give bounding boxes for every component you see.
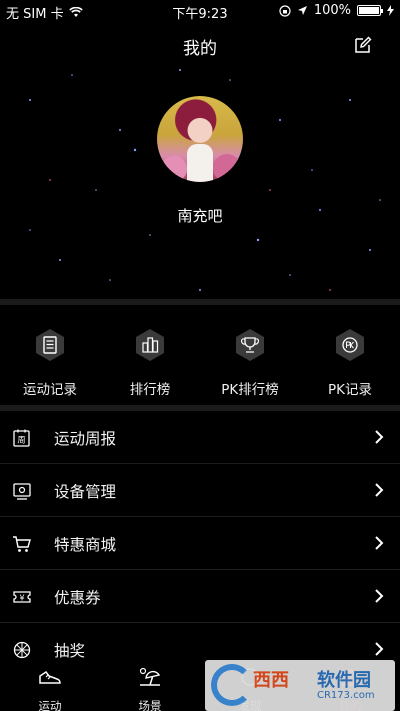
quick-action-pk-record[interactable]: PK记录 bbox=[300, 325, 400, 398]
tab-scene[interactable]: 场景 bbox=[100, 662, 200, 711]
orientation-lock-icon bbox=[279, 4, 291, 17]
svg-text:周: 周 bbox=[18, 436, 26, 445]
battery-icon bbox=[357, 5, 383, 16]
quick-action-ranking[interactable]: 排行榜 bbox=[100, 325, 200, 398]
chevron-right-icon bbox=[375, 483, 384, 497]
lottery-icon bbox=[13, 641, 31, 659]
quick-action-label: PK记录 bbox=[328, 382, 372, 398]
quick-action-sport-record[interactable]: 运动记录 bbox=[0, 325, 100, 398]
menu-item-weekly-report[interactable]: 周 运动周报 bbox=[0, 411, 400, 464]
sneaker-icon bbox=[39, 670, 61, 684]
menu-item-discount-mall[interactable]: 特惠商城 bbox=[0, 517, 400, 570]
quick-action-pk-ranking[interactable]: PK排行榜 bbox=[200, 325, 300, 398]
clipboard-icon bbox=[36, 329, 64, 361]
menu-item-label: 运动周报 bbox=[54, 430, 117, 448]
quick-action-label: 运动记录 bbox=[23, 382, 77, 398]
quick-action-label: PK排行榜 bbox=[221, 382, 279, 398]
tab-sport[interactable]: 运动 bbox=[0, 662, 100, 711]
menu-item-label: 优惠券 bbox=[54, 589, 101, 607]
beach-icon bbox=[139, 667, 161, 686]
avatar[interactable] bbox=[157, 96, 243, 182]
quick-action-label: 排行榜 bbox=[129, 382, 171, 398]
battery-percent: 100% bbox=[313, 3, 351, 18]
quick-actions: 运动记录 排行榜 PK排行榜 PK记录 bbox=[0, 305, 400, 405]
status-bar: 无 SIM 卡 下午9:23 100% bbox=[0, 0, 400, 22]
coupon-icon: ¥ bbox=[13, 591, 31, 603]
chevron-right-icon bbox=[375, 589, 384, 603]
watermark-logo-icon bbox=[211, 664, 253, 706]
pk-badge-icon bbox=[336, 329, 364, 361]
menu-item-device-management[interactable]: 设备管理 bbox=[0, 464, 400, 517]
watermark-url: CR173.com bbox=[317, 690, 375, 701]
weekly-report-icon: 周 bbox=[13, 429, 30, 447]
chevron-right-icon bbox=[375, 536, 384, 550]
menu-item-label: 抽奖 bbox=[54, 642, 86, 660]
tab-label: 运动 bbox=[38, 699, 62, 711]
tab-label: 场景 bbox=[138, 699, 162, 711]
device-icon bbox=[13, 483, 31, 500]
watermark-brand: 西西 bbox=[253, 670, 289, 691]
username: 南充吧 bbox=[177, 207, 223, 225]
watermark-name: 软件园 bbox=[317, 670, 371, 691]
chevron-right-icon bbox=[375, 430, 384, 444]
location-icon bbox=[297, 6, 307, 15]
trophy-icon bbox=[236, 329, 264, 361]
page-title: 我的 bbox=[183, 39, 217, 59]
charging-icon bbox=[387, 5, 394, 16]
site-watermark: 西西 软件园 CR173.com bbox=[205, 660, 395, 711]
svg-text:¥: ¥ bbox=[19, 594, 24, 603]
edit-icon[interactable] bbox=[354, 36, 372, 54]
menu-item-label: 设备管理 bbox=[54, 483, 117, 501]
menu-item-label: 特惠商城 bbox=[54, 536, 117, 554]
cart-icon bbox=[13, 536, 31, 552]
ranking-bars-icon bbox=[136, 329, 164, 361]
menu-item-coupon[interactable]: ¥ 优惠券 bbox=[0, 570, 400, 623]
chevron-right-icon bbox=[375, 642, 384, 656]
